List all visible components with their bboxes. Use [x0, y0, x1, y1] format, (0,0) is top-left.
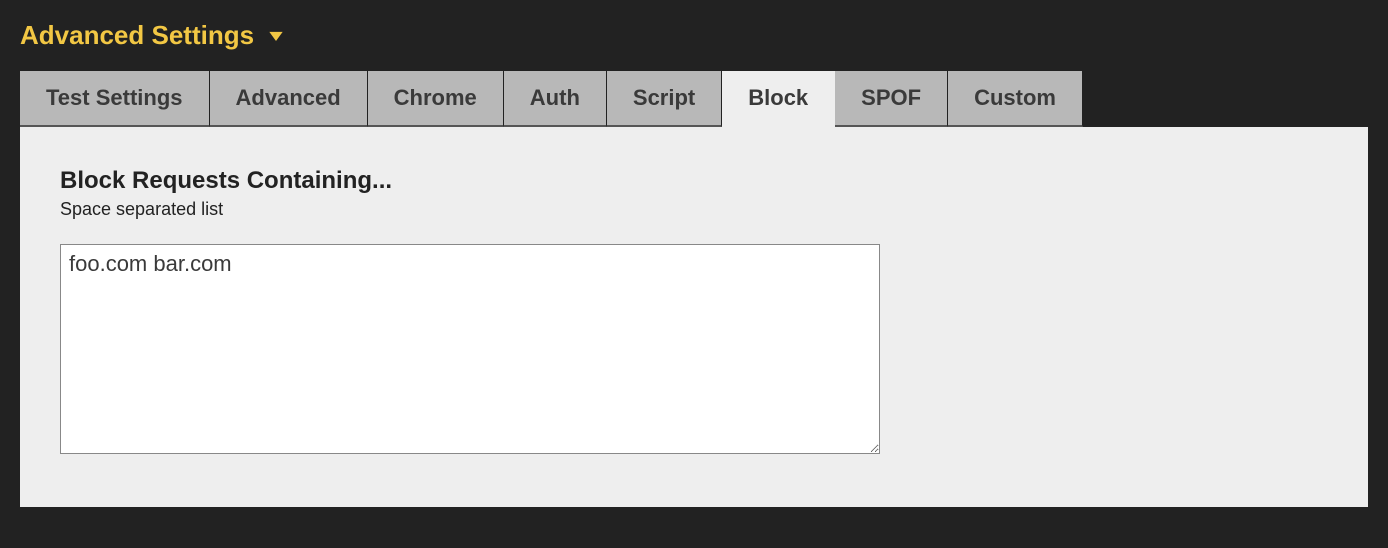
tab-spof[interactable]: SPOF: [835, 71, 948, 127]
block-textarea[interactable]: [60, 244, 880, 454]
tab-auth[interactable]: Auth: [504, 71, 607, 127]
tab-chrome[interactable]: Chrome: [368, 71, 504, 127]
tab-block[interactable]: Block: [722, 71, 835, 127]
block-subtitle: Space separated list: [60, 199, 1328, 220]
tab-script[interactable]: Script: [607, 71, 722, 127]
advanced-settings-toggle[interactable]: Advanced Settings: [20, 20, 1368, 51]
tab-advanced[interactable]: Advanced: [210, 71, 368, 127]
tab-test-settings[interactable]: Test Settings: [20, 71, 210, 127]
tab-custom[interactable]: Custom: [948, 71, 1083, 127]
block-panel: Block Requests Containing... Space separ…: [20, 127, 1368, 507]
settings-tabs: Test Settings Advanced Chrome Auth Scrip…: [20, 71, 1368, 127]
caret-down-icon: [266, 26, 286, 46]
block-heading: Block Requests Containing...: [60, 167, 1328, 195]
page-title: Advanced Settings: [20, 20, 254, 51]
